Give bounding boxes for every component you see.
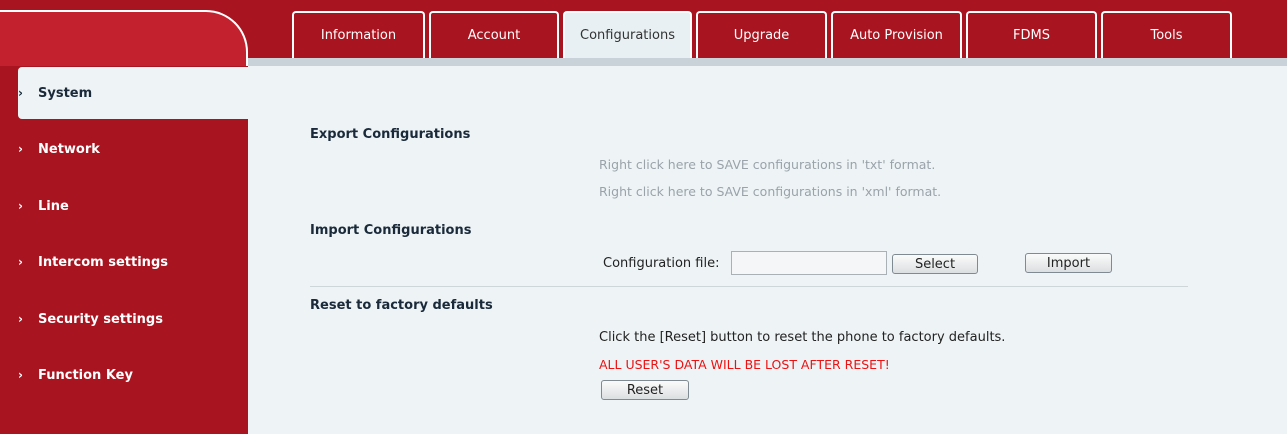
main-content (248, 66, 1287, 434)
chevron-right-icon: › (18, 199, 23, 213)
sidebar-item-label: Intercom settings (38, 254, 168, 270)
sidebar-item-network[interactable]: › Network (18, 123, 248, 175)
chevron-right-icon: › (18, 86, 23, 100)
sidebar-item-label: System (38, 85, 93, 101)
sidebar-item-label: Function Key (38, 367, 133, 383)
export-txt-link[interactable]: Right click here to SAVE configurations … (599, 157, 935, 172)
export-section-title: Export Configurations (310, 127, 471, 142)
chevron-right-icon: › (18, 312, 23, 326)
reset-section-title: Reset to factory defaults (310, 298, 493, 313)
sidebar-item-line[interactable]: › Line (18, 180, 248, 232)
sidebar-item-label: Network (38, 141, 100, 157)
tab-configurations[interactable]: Configurations (563, 11, 692, 58)
sidebar-item-system[interactable]: › System (18, 67, 248, 119)
reset-button[interactable]: Reset (601, 380, 689, 400)
chevron-right-icon: › (18, 255, 23, 269)
sidebar-item-label: Line (38, 198, 69, 214)
sidebar-item-label: Security settings (38, 311, 163, 327)
tab-information[interactable]: Information (292, 11, 425, 58)
reset-description: Click the [Reset] button to reset the ph… (599, 330, 1006, 345)
export-xml-link[interactable]: Right click here to SAVE configurations … (599, 184, 941, 199)
sidebar-item-intercom-settings[interactable]: › Intercom settings (18, 236, 248, 288)
chevron-right-icon: › (18, 142, 23, 156)
reset-warning: ALL USER'S DATA WILL BE LOST AFTER RESET… (599, 357, 890, 372)
sidebar-item-security-settings[interactable]: › Security settings (18, 293, 248, 345)
configuration-file-field[interactable] (731, 251, 887, 275)
top-nav-underline (248, 58, 1287, 66)
tab-account[interactable]: Account (429, 11, 559, 58)
sidebar: › System › Network › Line › Intercom set… (0, 0, 248, 434)
import-button[interactable]: Import (1025, 253, 1112, 273)
tab-tools[interactable]: Tools (1101, 11, 1232, 58)
section-divider (310, 286, 1188, 287)
sidebar-header (0, 10, 248, 66)
select-file-button[interactable]: Select (892, 254, 978, 274)
import-section-title: Import Configurations (310, 223, 472, 238)
tab-auto-provision[interactable]: Auto Provision (831, 11, 962, 58)
chevron-right-icon: › (18, 368, 23, 382)
configuration-file-label: Configuration file: (603, 256, 720, 271)
sidebar-item-function-key[interactable]: › Function Key (18, 349, 248, 401)
tab-upgrade[interactable]: Upgrade (696, 11, 827, 58)
tab-fdms[interactable]: FDMS (966, 11, 1097, 58)
